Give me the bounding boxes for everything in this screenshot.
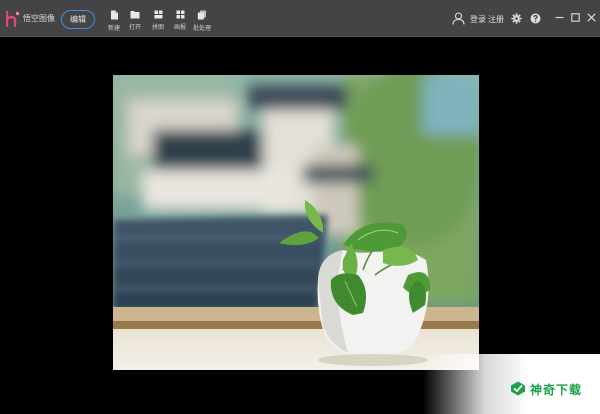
minimize-icon[interactable] <box>555 13 564 22</box>
open-folder-icon <box>130 11 140 19</box>
poster-icon <box>176 10 184 19</box>
maximize-icon[interactable] <box>571 13 580 22</box>
close-icon[interactable] <box>587 13 596 22</box>
user-icon[interactable] <box>452 12 465 25</box>
title-bar: 悟空图像 编辑 新建 打开 拼图 画报 批处理 登录 注册 <box>0 0 600 37</box>
toolbar-batch-button[interactable]: 批处理 <box>187 8 217 34</box>
edit-button[interactable]: 编辑 <box>61 10 95 29</box>
app-name: 悟空图像 <box>23 14 55 23</box>
login-link[interactable]: 登录 <box>470 14 486 25</box>
collage-icon <box>154 10 162 19</box>
register-link[interactable]: 注册 <box>488 14 504 25</box>
batch-icon <box>197 10 206 20</box>
photo-preview <box>113 75 479 370</box>
help-icon[interactable] <box>530 13 541 24</box>
settings-gear-icon[interactable] <box>511 13 522 24</box>
app-logo-icon <box>6 11 20 27</box>
watermark-logo-icon <box>511 381 525 396</box>
watermark-text: 神奇下载 <box>530 383 583 397</box>
new-file-icon <box>110 10 118 20</box>
toolbar-batch-label: 批处理 <box>192 25 211 32</box>
